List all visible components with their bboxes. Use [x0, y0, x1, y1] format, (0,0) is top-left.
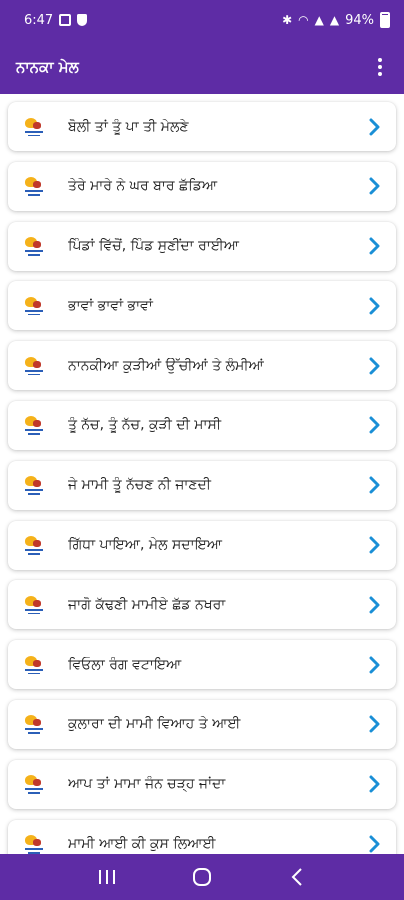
list-item-label: ਤੂੰ ਨੱਚ, ਤੂੰ ਨੱਚ, ਕੁੜੀ ਦੀ ਮਾਸੀ [68, 417, 222, 434]
status-left: 6:47 [24, 12, 88, 28]
chevron-right-icon [366, 357, 384, 375]
list-item[interactable]: ਮਾਮੀ ਆਈ ਕੀ ਕੁਸ ਲਿਆਈ [8, 819, 396, 854]
list-item[interactable]: ਵਿਓਲਾ ਰੰਗ ਵਟਾਇਆ [8, 640, 396, 690]
chevron-right-icon [366, 177, 384, 195]
app-bar: ਨਾਨਕਾ ਮੇਲ [0, 40, 404, 94]
list-item[interactable]: ਜੇ ਮਾਮੀ ਤੂੰ ਨੱਚਣ ਨੀ ਜਾਣਦੀ [8, 460, 396, 510]
recents-button[interactable] [87, 857, 127, 897]
recents-icon [99, 870, 116, 884]
bluetooth-icon: ✱ [282, 13, 293, 27]
overflow-menu-icon[interactable] [368, 51, 392, 83]
shield-notification-icon [77, 14, 88, 26]
list-item[interactable]: ਤੇਰੇ ਮਾਰੇ ਨੇ ਘਰ ਬਾਰ ਛੱਡਿਆ [8, 161, 396, 211]
dancer-thumbnail-icon [22, 773, 46, 795]
dancer-thumbnail-icon [22, 116, 46, 138]
song-list: ਬੋਲੀ ਤਾਂ ਤੂੰ ਪਾ ਤੀ ਮੇਲਣੇ ਤੇਰੇ ਮਾਰੇ ਨੇ ਘਰ … [0, 94, 404, 854]
chevron-right-icon [366, 118, 384, 136]
list-item[interactable]: ਆਪ ਤਾਂ ਮਾਮਾ ਜੰਨ ਚੜ੍ਹ ਜਾਂਦਾ [8, 759, 396, 809]
dancer-thumbnail-icon [22, 235, 46, 257]
status-right: ✱ ◠ ▲ ▲ 94% [282, 12, 390, 28]
dancer-thumbnail-icon [22, 175, 46, 197]
chevron-right-icon [366, 476, 384, 494]
list-item-label: ਮਾਮੀ ਆਈ ਕੀ ਕੁਸ ਲਿਆਈ [68, 836, 216, 853]
list-item-label: ਤੇਰੇ ਮਾਰੇ ਨੇ ਘਰ ਬਾਰ ਛੱਡਿਆ [68, 178, 218, 195]
app-title: ਨਾਨਕਾ ਮੇਲ [16, 58, 79, 76]
list-item-label: ਵਿਓਲਾ ਰੰਗ ਵਟਾਇਆ [68, 656, 182, 673]
list-item-label: ਆਪ ਤਾਂ ਮਾਮਾ ਜੰਨ ਚੜ੍ਹ ਜਾਂਦਾ [68, 776, 226, 793]
battery-icon [380, 12, 390, 28]
chevron-right-icon [366, 715, 384, 733]
dancer-thumbnail-icon [22, 534, 46, 556]
list-item[interactable]: ਪਿੰਡਾਂ ਵਿੱਚੋਂ, ਪਿੰਡ ਸੁਣੀਂਦਾ ਰਾਈਆ [8, 221, 396, 271]
chevron-right-icon [366, 775, 384, 793]
back-button[interactable] [277, 857, 317, 897]
status-time: 6:47 [24, 12, 54, 28]
list-item-label: ਗਿੱਧਾ ਪਾਇਆ, ਮੇਲ ਸਦਾਇਆ [68, 537, 222, 554]
dancer-thumbnail-icon [22, 355, 46, 377]
list-item[interactable]: ਤੂੰ ਨੱਚ, ਤੂੰ ਨੱਚ, ਕੁੜੀ ਦੀ ਮਾਸੀ [8, 400, 396, 450]
dancer-thumbnail-icon [22, 414, 46, 436]
list-item-label: ਜਾਗੋ ਕੱਢਣੀ ਮਾਮੀਏ ਛੱਡ ਨਖਰਾ [68, 596, 226, 613]
signal-2-icon: ▲ [329, 13, 340, 27]
home-icon [192, 868, 211, 886]
status-bar: 6:47 ✱ ◠ ▲ ▲ 94% [0, 0, 404, 40]
wifi-icon: ◠ [298, 13, 309, 27]
list-item[interactable]: ਭਾਵਾਂ ਭਾਵਾਂ ਭਾਵਾਂ [8, 281, 396, 331]
list-item-label: ਜੇ ਮਾਮੀ ਤੂੰ ਨੱਚਣ ਨੀ ਜਾਣਦੀ [68, 477, 212, 494]
chevron-right-icon [366, 297, 384, 315]
chevron-right-icon [366, 237, 384, 255]
back-icon [291, 868, 302, 886]
list-item-label: ਬੋਲੀ ਤਾਂ ਤੂੰ ਪਾ ਤੀ ਮੇਲਣੇ [68, 118, 189, 135]
chevron-right-icon [366, 536, 384, 554]
dancer-thumbnail-icon [22, 713, 46, 735]
home-button[interactable] [182, 857, 222, 897]
dancer-thumbnail-icon [22, 474, 46, 496]
chevron-right-icon [366, 596, 384, 614]
list-item-label: ਭਾਵਾਂ ਭਾਵਾਂ ਭਾਵਾਂ [68, 297, 153, 314]
list-item[interactable]: ਕੁਲਾਰਾ ਦੀ ਮਾਮੀ ਵਿਆਹ ਤੇ ਆਈ [8, 699, 396, 749]
dancer-thumbnail-icon [22, 654, 46, 676]
battery-percent: 94% [345, 12, 374, 28]
chevron-right-icon [366, 835, 384, 853]
dancer-thumbnail-icon [22, 594, 46, 616]
dancer-thumbnail-icon [22, 295, 46, 317]
signal-icon: ▲ [314, 13, 324, 27]
system-nav-bar [0, 854, 404, 900]
list-item-label: ਪਿੰਡਾਂ ਵਿੱਚੋਂ, ਪਿੰਡ ਸੁਣੀਂਦਾ ਰਾਈਆ [68, 238, 240, 255]
list-item[interactable]: ਜਾਗੋ ਕੱਢਣੀ ਮਾਮੀਏ ਛੱਡ ਨਖਰਾ [8, 580, 396, 630]
list-item[interactable]: ਬੋਲੀ ਤਾਂ ਤੂੰ ਪਾ ਤੀ ਮੇਲਣੇ [8, 102, 396, 151]
chevron-right-icon [366, 416, 384, 434]
list-item-label: ਨਾਨਕੀਆ ਕੁੜੀਆਂ ਉੱਚੀਆਂ ਤੇ ਲੰਮੀਆਂ [68, 357, 264, 374]
list-item[interactable]: ਨਾਨਕੀਆ ਕੁੜੀਆਂ ਉੱਚੀਆਂ ਤੇ ਲੰਮੀਆਂ [8, 341, 396, 391]
chevron-right-icon [366, 656, 384, 674]
list-item[interactable]: ਗਿੱਧਾ ਪਾਇਆ, ਮੇਲ ਸਦਾਇਆ [8, 520, 396, 570]
dancer-thumbnail-icon [22, 833, 46, 854]
list-item-label: ਕੁਲਾਰਾ ਦੀ ਮਾਮੀ ਵਿਆਹ ਤੇ ਆਈ [68, 716, 241, 733]
gallery-notification-icon [59, 14, 72, 26]
